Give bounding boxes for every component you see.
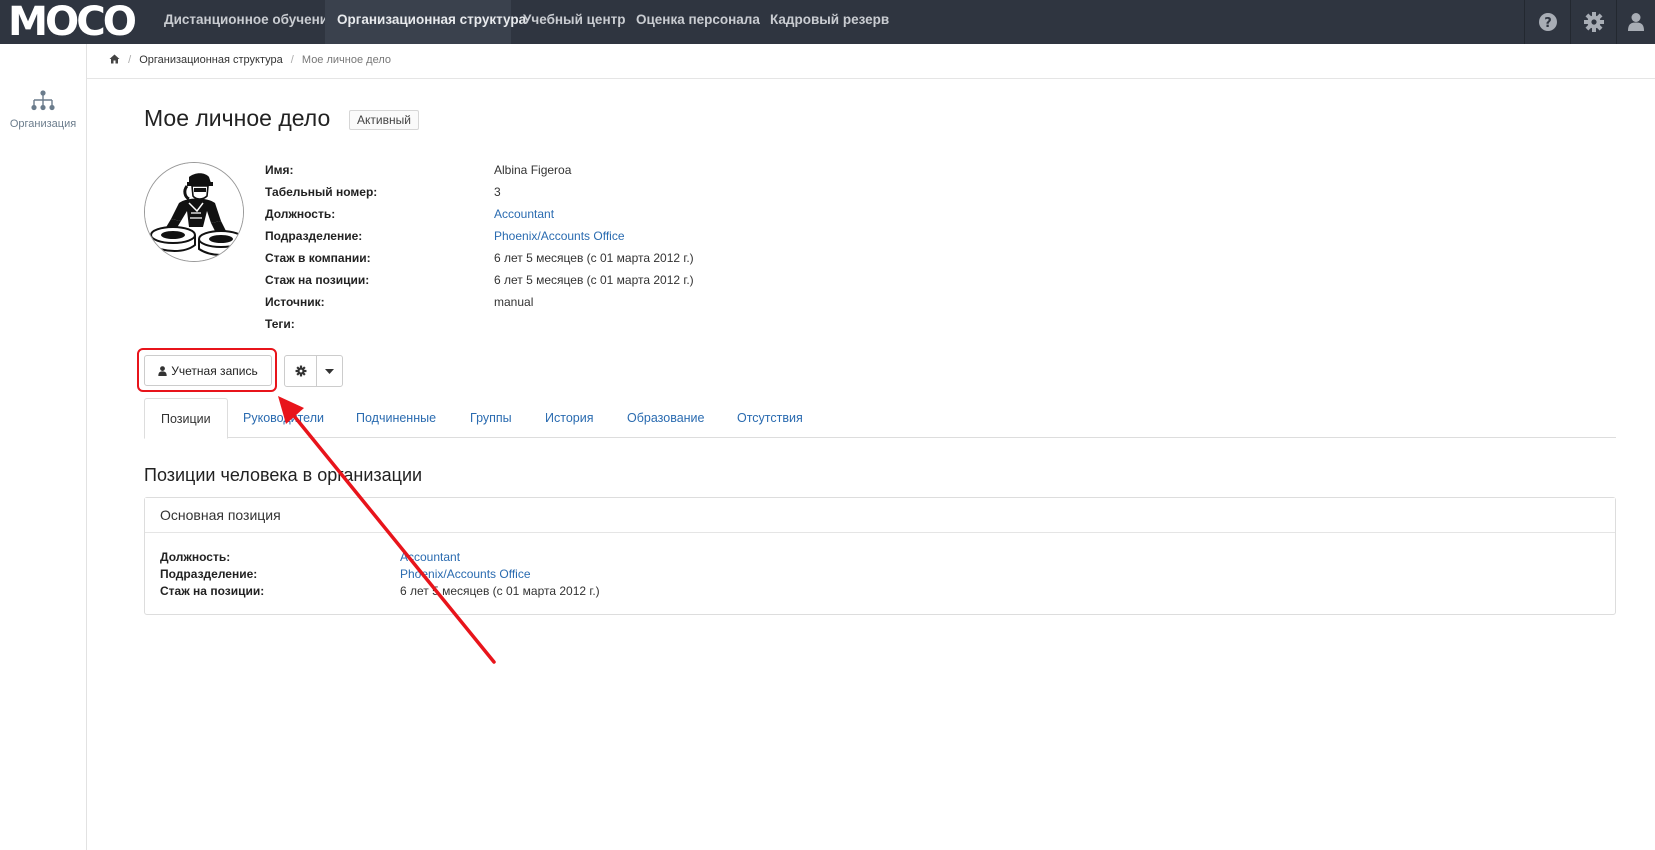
sidebar-item-label: Организация <box>9 118 77 130</box>
help-button[interactable]: ? <box>1524 0 1570 44</box>
panel-department-link[interactable]: Phoenix/Accounts Office <box>400 567 531 581</box>
account-button[interactable]: Учетная запись <box>144 355 272 386</box>
avatar <box>144 162 244 262</box>
field-label: Должность: <box>160 550 231 564</box>
profile-tabs: Позиции Руководители Подчиненные Группы … <box>144 398 1616 439</box>
sidebar-item-organization[interactable]: Организация <box>0 90 86 130</box>
tab-managers[interactable]: Руководители <box>227 398 340 438</box>
dj-avatar-image <box>145 163 243 261</box>
nav-item-distance-learning[interactable]: Дистанционное обучение <box>152 0 348 44</box>
user-icon <box>158 365 167 376</box>
status-badge: Активный <box>349 110 419 130</box>
nav-item-personnel-assessment[interactable]: Оценка персонала <box>624 0 772 44</box>
org-chart-icon <box>31 90 55 111</box>
field-value: 3 <box>494 185 501 199</box>
moco-logo[interactable]: MOCO <box>8 3 136 41</box>
home-icon[interactable] <box>109 54 120 64</box>
field-label: Теги: <box>265 317 295 331</box>
field-value: manual <box>494 295 534 309</box>
field-label: Табельный номер: <box>265 185 378 199</box>
breadcrumb-bar: / Организационная структура / Мое личное… <box>87 44 1655 79</box>
tab-absences[interactable]: Отсутствия <box>721 398 819 438</box>
position-link[interactable]: Accountant <box>494 207 554 221</box>
field-label: Подразделение: <box>265 229 363 243</box>
field-label: Стаж на позиции: <box>160 584 265 598</box>
account-button-label: Учетная запись <box>171 363 258 378</box>
user-icon <box>1628 13 1644 31</box>
field-label: Имя: <box>265 163 294 177</box>
dropdown-toggle[interactable] <box>317 356 342 386</box>
field-label: Подразделение: <box>160 567 258 581</box>
panel-title: Основная позиция <box>145 498 1615 533</box>
settings-action-button[interactable] <box>285 356 317 386</box>
top-navbar: MOCO Дистанционное обучение Организацион… <box>0 0 1655 44</box>
tab-education[interactable]: Образование <box>611 398 720 438</box>
field-label: Источник: <box>265 295 325 309</box>
department-link[interactable]: Phoenix/Accounts Office <box>494 229 625 243</box>
field-label: Стаж в компании: <box>265 251 371 265</box>
nav-item-training-center[interactable]: Учебный центр <box>511 0 637 44</box>
page-title: Мое личное дело <box>144 105 331 131</box>
settings-button[interactable] <box>1570 0 1616 44</box>
field-value: 6 лет 5 месяцев (с 01 марта 2012 г.) <box>494 251 694 265</box>
gear-icon <box>1583 12 1604 32</box>
gear-icon <box>295 365 306 377</box>
settings-dropdown <box>284 355 343 387</box>
field-label: Должность: <box>265 207 336 221</box>
tab-groups[interactable]: Группы <box>454 398 528 438</box>
svg-text:?: ? <box>1544 16 1552 31</box>
profile-button[interactable] <box>1616 0 1655 44</box>
logo-text: MOCO <box>8 3 135 41</box>
left-sidebar: Организация <box>0 44 87 850</box>
section-title: Позиции человека в организации <box>144 465 423 485</box>
breadcrumb: / Организационная структура / Мое личное… <box>109 54 391 66</box>
panel-position-link[interactable]: Accountant <box>400 550 460 564</box>
field-value: 6 лет 5 месяцев (с 01 марта 2012 г.) <box>400 584 600 598</box>
tab-subordinates[interactable]: Подчиненные <box>340 398 452 438</box>
breadcrumb-org-structure[interactable]: Организационная структура <box>139 54 283 66</box>
field-label: Стаж на позиции: <box>265 273 370 287</box>
caret-down-icon <box>325 368 334 374</box>
nav-item-org-structure[interactable]: Организационная структура <box>325 0 526 44</box>
main-position-panel: Основная позиция Должность: Accountant П… <box>144 497 1616 615</box>
help-icon: ? <box>1538 13 1557 31</box>
tab-history[interactable]: История <box>529 398 609 438</box>
field-value: 6 лет 5 месяцев (с 01 марта 2012 г.) <box>494 273 694 287</box>
tab-positions[interactable]: Позиции <box>144 398 228 439</box>
breadcrumb-current: Мое личное дело <box>301 54 391 66</box>
nav-item-talent-pool[interactable]: Кадровый резерв <box>758 0 901 44</box>
field-value: Albina Figeroa <box>494 163 572 177</box>
